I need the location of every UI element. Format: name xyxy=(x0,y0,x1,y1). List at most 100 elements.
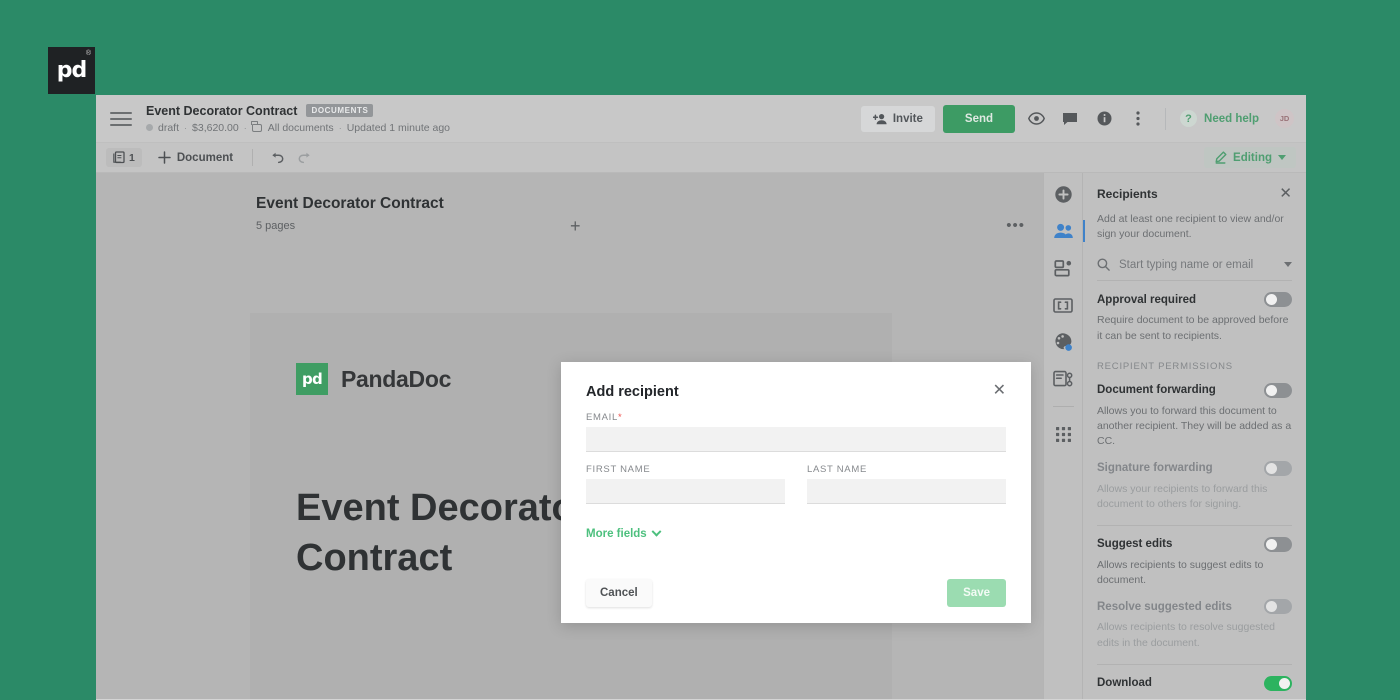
recipients-panel: Recipients ✕ Add at least one recipient … xyxy=(1082,173,1306,699)
send-button[interactable]: Send xyxy=(942,104,1016,133)
pages-icon xyxy=(113,151,125,164)
chevron-down-icon xyxy=(1278,155,1286,160)
document-updated: Updated 1 minute ago xyxy=(346,121,451,134)
add-block-button[interactable]: + xyxy=(570,216,581,237)
registered-trademark-icon: ® xyxy=(85,50,91,57)
toggle-document-forwarding[interactable] xyxy=(1264,382,1292,398)
document-toolbar: 1 Document Editing xyxy=(96,143,1306,173)
canvas-document-title: Event Decorator Contract xyxy=(256,195,444,212)
option-label: Resolve suggested edits xyxy=(1097,600,1232,613)
option-approval-required: Approval required Require document to be… xyxy=(1097,281,1292,343)
variables-icon[interactable] xyxy=(1051,293,1075,317)
document-status: draft xyxy=(158,121,180,134)
add-document-button[interactable]: Document xyxy=(148,148,243,167)
option-signature-forwarding: Signature forwarding Allows your recipie… xyxy=(1097,450,1292,512)
undo-icon[interactable] xyxy=(262,152,291,164)
hamburger-icon[interactable] xyxy=(110,108,132,130)
canvas-header: Event Decorator Contract 5 pages + ••• xyxy=(96,173,1043,236)
more-fields-toggle[interactable]: More fields xyxy=(586,526,662,540)
modal-title: Add recipient xyxy=(586,384,679,400)
separator: · xyxy=(184,122,188,133)
invite-label: Invite xyxy=(892,112,923,125)
chevron-down-icon xyxy=(651,526,662,537)
first-name-field[interactable] xyxy=(586,479,785,504)
option-label: Document forwarding xyxy=(1097,384,1216,397)
save-button[interactable]: Save xyxy=(947,579,1006,607)
name-fields-row: FIRST NAME LAST NAME xyxy=(586,452,1006,504)
divider xyxy=(1052,406,1074,407)
toggle-download[interactable] xyxy=(1264,675,1292,691)
status-dot-icon xyxy=(146,124,153,131)
info-icon[interactable] xyxy=(1091,106,1117,132)
page-count-label: 1 xyxy=(129,151,135,164)
cancel-button[interactable]: Cancel xyxy=(586,579,652,607)
need-help-label: Need help xyxy=(1204,112,1259,125)
page-title: Event Decorator Contract xyxy=(146,103,298,118)
comment-icon[interactable] xyxy=(1057,106,1083,132)
email-label-text: EMAIL xyxy=(586,412,619,423)
modal-header: Add recipient ✕ xyxy=(586,383,1006,401)
option-description: Allows recipients to download this docum… xyxy=(1097,697,1292,699)
workflow-icon[interactable] xyxy=(1051,367,1075,391)
invite-button[interactable]: Invite xyxy=(860,105,935,132)
separator: · xyxy=(243,122,247,133)
option-label: Signature forwarding xyxy=(1097,462,1213,475)
close-icon[interactable]: ✕ xyxy=(993,383,1006,399)
question-mark-icon: ? xyxy=(1180,110,1198,127)
add-document-label: Document xyxy=(176,151,234,164)
chevron-down-icon[interactable] xyxy=(1284,262,1292,268)
last-name-field[interactable] xyxy=(807,479,1006,504)
eye-icon[interactable] xyxy=(1023,106,1049,132)
search-input[interactable] xyxy=(1119,258,1275,271)
toggle-suggest-edits[interactable] xyxy=(1264,536,1292,552)
divider xyxy=(1165,107,1167,130)
apps-grid-icon[interactable] xyxy=(1051,422,1075,446)
add-recipient-modal: Add recipient ✕ EMAIL* FIRST NAME LAST N… xyxy=(561,362,1031,623)
recipient-search[interactable] xyxy=(1097,250,1292,282)
app-header: Event Decorator Contract DOCUMENTS draft… xyxy=(96,95,1306,143)
required-marker: * xyxy=(618,412,623,423)
editing-mode-dropdown[interactable]: Editing xyxy=(1204,147,1296,168)
plus-icon xyxy=(158,151,171,164)
toggle-signature-forwarding[interactable] xyxy=(1264,460,1292,476)
panel-title: Recipients xyxy=(1097,186,1158,201)
option-description: Require document to be approved before i… xyxy=(1097,314,1289,342)
option-resolve-suggested-edits: Resolve suggested edits Allows recipient… xyxy=(1097,588,1292,650)
need-help-button[interactable]: ? Need help xyxy=(1180,110,1259,127)
redo-icon[interactable] xyxy=(291,152,320,164)
panel-description: Add at least one recipient to view and/o… xyxy=(1097,213,1284,241)
document-subtitle: draft · $3,620.00 · All documents · Upda… xyxy=(146,121,861,134)
modal-footer: Cancel Save xyxy=(586,579,1006,607)
add-icon[interactable] xyxy=(1051,182,1075,206)
header-actions: Invite Send ? Need help JD xyxy=(860,104,1294,133)
toggle-resolve-suggested-edits[interactable] xyxy=(1264,599,1292,615)
option-description: Allows you to forward this document to a… xyxy=(1097,404,1292,448)
option-description: Allows recipients to resolve suggested e… xyxy=(1097,621,1276,649)
recipients-icon[interactable] xyxy=(1051,219,1085,243)
canvas-more-icon[interactable]: ••• xyxy=(1006,217,1025,234)
option-label: Download xyxy=(1097,677,1152,690)
option-label: Suggest edits xyxy=(1097,538,1173,551)
avatar[interactable]: JD xyxy=(1275,109,1294,128)
page-count-chip[interactable]: 1 xyxy=(106,148,142,167)
more-vertical-icon[interactable] xyxy=(1125,106,1151,132)
option-label: Approval required xyxy=(1097,293,1197,306)
option-download: Download Allows recipients to download t… xyxy=(1097,665,1292,699)
first-name-field-label: FIRST NAME xyxy=(586,464,651,475)
section-recipient-permissions: RECIPIENT PERMISSIONS xyxy=(1097,360,1233,372)
document-amount: $3,620.00 xyxy=(192,121,239,134)
document-folder[interactable]: All documents xyxy=(268,122,334,134)
folder-icon xyxy=(251,121,262,132)
more-fields-label: More fields xyxy=(586,528,647,540)
email-field[interactable] xyxy=(586,427,1006,452)
panel-header: Recipients ✕ xyxy=(1097,173,1292,201)
option-suggest-edits: Suggest edits Allows recipients to sugge… xyxy=(1097,526,1292,588)
toggle-approval-required[interactable] xyxy=(1264,292,1292,308)
close-icon[interactable]: ✕ xyxy=(1279,186,1292,201)
option-description: Allows your recipients to forward this d… xyxy=(1097,482,1268,510)
add-person-icon xyxy=(872,113,887,125)
theme-icon[interactable] xyxy=(1051,330,1075,354)
pandadoc-wordmark: PandaDoc xyxy=(341,365,452,392)
content-library-icon[interactable] xyxy=(1051,256,1075,280)
logo-mark: pd xyxy=(56,57,87,83)
